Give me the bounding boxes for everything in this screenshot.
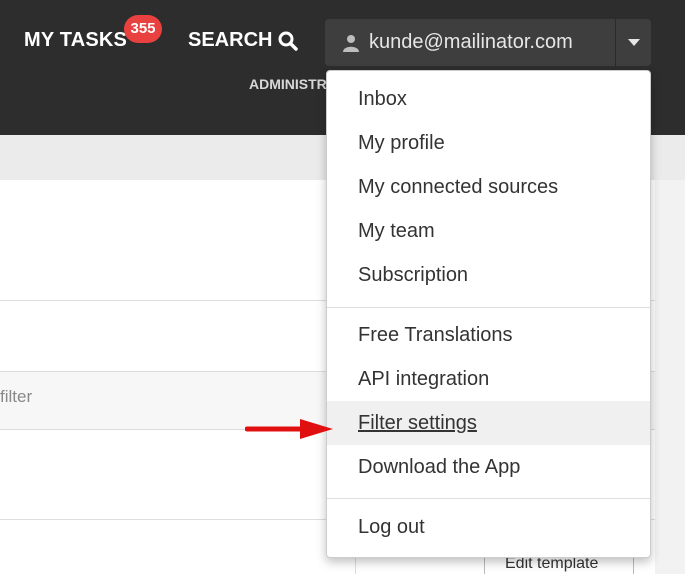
menu-item-label: My team [358, 220, 435, 242]
menu-item-subscription[interactable]: Subscription [327, 253, 650, 297]
menu-divider [327, 307, 650, 308]
menu-item-download-app[interactable]: Download the App [327, 445, 650, 489]
chevron-down-icon [627, 38, 640, 46]
menu-item-api-integration[interactable]: API integration [327, 357, 650, 401]
menu-item-label: Free Translations [358, 324, 513, 346]
menu-item-log-out[interactable]: Log out [327, 505, 650, 549]
my-tasks-label: MY TASKS [24, 29, 128, 51]
user-email: kunde@mailinator.com [369, 31, 573, 53]
administration-link[interactable]: ADMINISTRATION [249, 76, 327, 92]
search-label: SEARCH [188, 29, 273, 51]
menu-item-label: My profile [358, 132, 445, 154]
menu-item-label: Inbox [358, 88, 407, 110]
menu-item-label: Filter settings [358, 412, 477, 434]
menu-item-label: Download the App [358, 456, 521, 478]
menu-item-label: Log out [358, 516, 425, 538]
my-tasks-link[interactable]: MY TASKS [24, 29, 127, 52]
menu-item-inbox[interactable]: Inbox [327, 77, 650, 121]
menu-item-label: API integration [358, 368, 490, 390]
user-icon [343, 34, 359, 52]
red-pointer-arrow [245, 419, 333, 439]
filter-text: filter [0, 387, 33, 406]
menu-item-label: My connected sources [358, 176, 559, 198]
user-account-button[interactable]: kunde@mailinator.com [325, 19, 615, 66]
menu-item-my-connected-sources[interactable]: My connected sources [327, 165, 650, 209]
menu-item-filter-settings[interactable]: Filter settings [327, 401, 650, 445]
user-menu-toggle[interactable] [615, 19, 651, 66]
menu-divider [327, 498, 650, 499]
menu-item-my-team[interactable]: My team [327, 209, 650, 253]
menu-item-free-translations[interactable]: Free Translations [327, 313, 650, 357]
tasks-count-badge: 355 [124, 15, 162, 43]
menu-item-label: Subscription [358, 264, 469, 286]
search-icon [278, 31, 299, 51]
user-dropdown-menu: Inbox My profile My connected sources My… [326, 70, 651, 558]
menu-item-my-profile[interactable]: My profile [327, 121, 650, 165]
search-link[interactable]: SEARCH [188, 29, 299, 52]
